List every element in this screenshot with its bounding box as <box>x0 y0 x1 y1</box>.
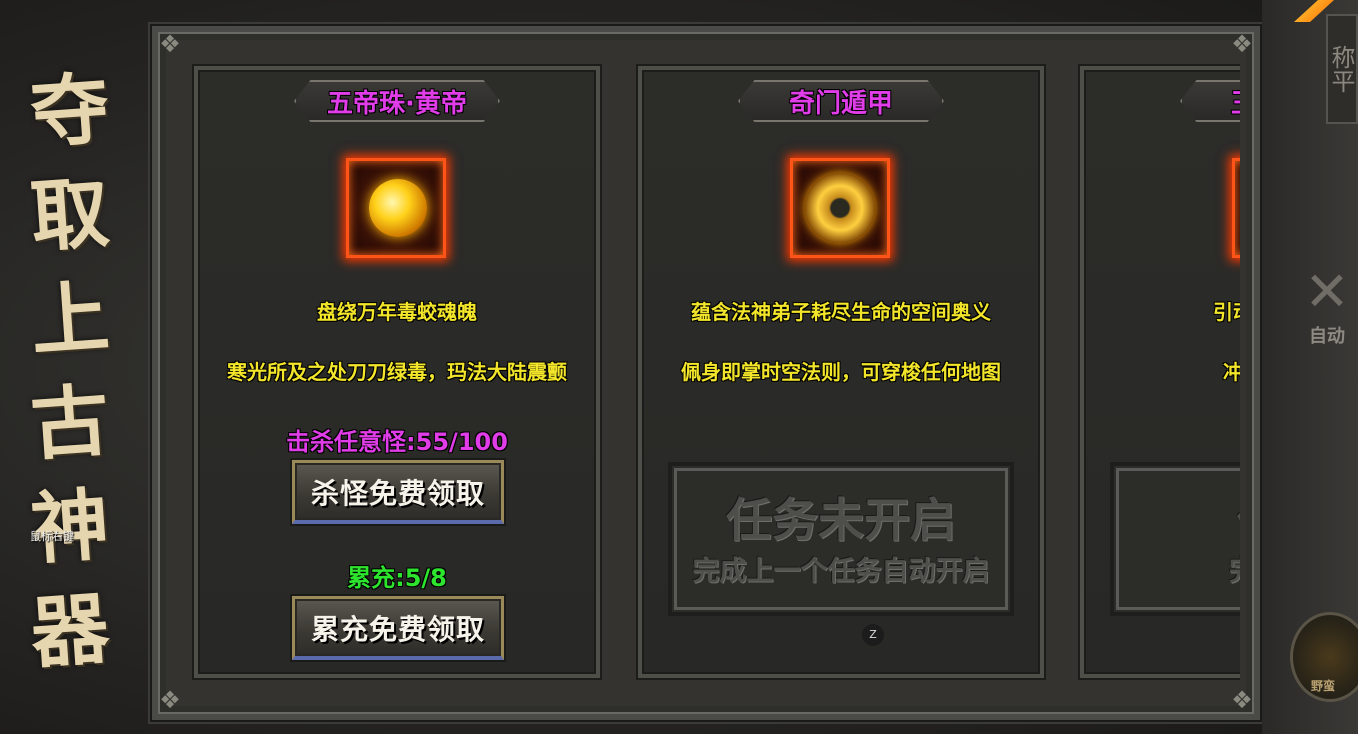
compass-disc-icon <box>805 173 875 243</box>
artifact-icon-box[interactable] <box>1232 158 1240 258</box>
task-locked-title: 任务 <box>1237 491 1240 549</box>
side-title-char: 古 <box>27 375 113 472</box>
kill-free-claim-button[interactable]: 杀怪免费领取 <box>292 460 504 524</box>
corner-ornament-icon: ❖ <box>159 686 181 714</box>
card-title-banner: 王之品质 <box>1180 80 1240 122</box>
card-title: 五帝珠·黄帝 <box>327 88 467 119</box>
kill-progress-label: 击杀任意怪:55/100 <box>286 428 508 456</box>
corner-ornament-icon: ❖ <box>1231 30 1253 58</box>
recharge-progress-label: 累充:5/8 <box>347 564 447 592</box>
card-description-line2: 寒光所及之处刀刀绿毒，玛法大陆震颤 <box>227 360 567 384</box>
task-locked-title: 任务未开启 <box>726 492 956 547</box>
crossed-swords-icon: ✕ <box>1304 260 1350 323</box>
artifact-card-2: 奇门遁甲 蕴含法神弟子耗尽生命的空间奥义 佩身即掌时空法则，可穿梭任何地图 任务… <box>638 66 1044 678</box>
card-description-line2: 冲榜打宝一路 <box>1223 360 1240 384</box>
task-locked-panel: 任务 完成上一 <box>1110 462 1240 616</box>
card-description-line1: 引动焚天之力横 <box>1213 300 1240 324</box>
card-title-banner: 奇门遁甲 <box>738 80 944 122</box>
side-title-char: 夺 <box>27 63 113 160</box>
title-rank-button[interactable]: 称平 <box>1326 14 1358 124</box>
card-description-line1: 蕴含法神弟子耗尽生命的空间奥义 <box>691 300 991 324</box>
side-title: 夺 取 上 古 神 器 <box>0 60 140 700</box>
card-description-line1: 盘绕万年毒蛟魂魄 <box>317 300 477 324</box>
corner-ornament-icon: ❖ <box>159 30 181 58</box>
artifact-card-3: 王之品质 引动焚天之力横 冲榜打宝一路 任务 完成上一 <box>1080 66 1240 678</box>
mouse-right-click-hint: 鼠标右键 <box>30 530 74 543</box>
skill-label: 野蛮 <box>1311 679 1336 693</box>
hotkey-z-badge[interactable]: Z <box>862 624 884 646</box>
card-description-line2: 佩身即掌时空法则，可穿梭任何地图 <box>681 360 1001 384</box>
artifact-icon-box[interactable] <box>790 158 890 258</box>
recharge-free-claim-button[interactable]: 累充免费领取 <box>292 596 504 660</box>
task-locked-subtitle: 完成上一 <box>1229 549 1240 588</box>
card-title-banner: 五帝珠·黄帝 <box>294 80 500 122</box>
golden-orb-icon <box>369 179 427 237</box>
side-title-char: 取 <box>27 167 113 264</box>
side-title-char: 上 <box>27 271 113 368</box>
corner-ornament-icon: ❖ <box>1231 686 1253 714</box>
side-title-char: 器 <box>27 583 113 680</box>
card-title: 奇门遁甲 <box>788 88 893 119</box>
task-locked-subtitle: 完成上一个任务自动开启 <box>692 555 990 587</box>
task-locked-panel: 任务未开启 完成上一个任务自动开启 <box>668 462 1014 616</box>
auto-battle-button[interactable]: ✕ 自动 <box>1296 262 1358 352</box>
auto-battle-label: 自动 <box>1309 326 1345 347</box>
artifact-card-1: 五帝珠·黄帝 盘绕万年毒蛟魂魄 寒光所及之处刀刀绿毒，玛法大陆震颤 击杀任意怪:… <box>194 66 600 678</box>
artifact-icon-box[interactable] <box>346 158 446 258</box>
cards-scroll-area[interactable]: 五帝珠·黄帝 盘绕万年毒蛟魂魄 寒光所及之处刀刀绿毒，玛法大陆震颤 击杀任意怪:… <box>180 62 1240 682</box>
card-title: 王之品质 <box>1231 83 1240 120</box>
